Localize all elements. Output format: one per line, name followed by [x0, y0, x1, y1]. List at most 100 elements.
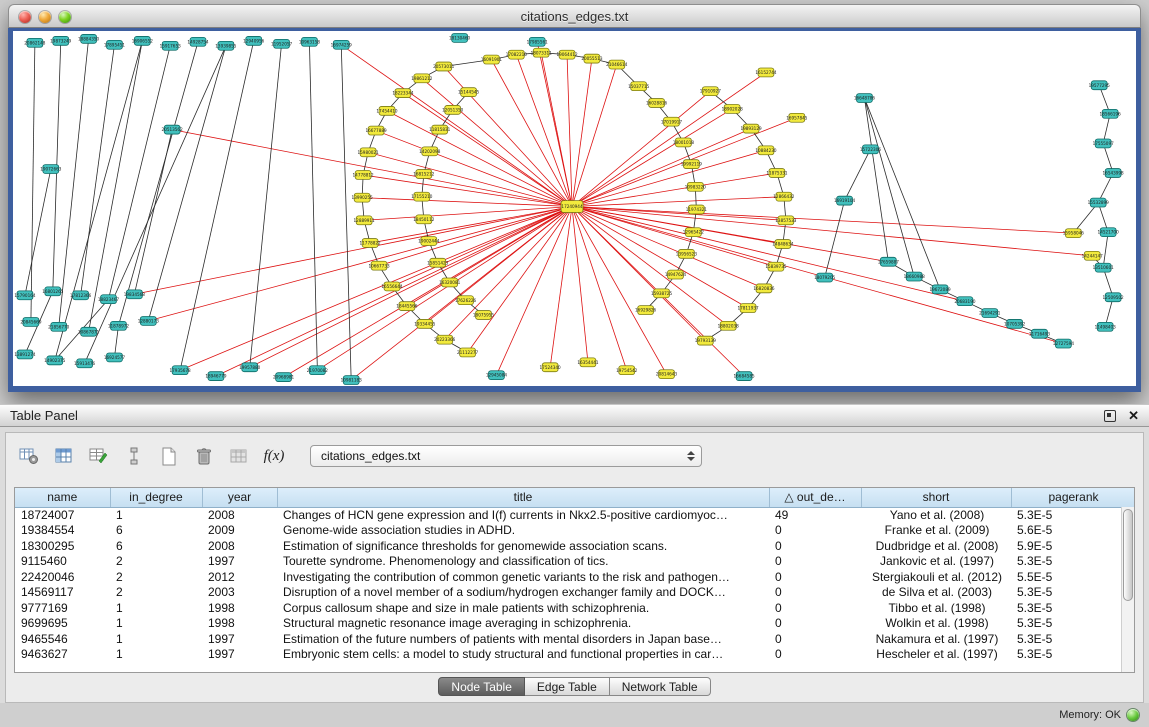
graph-node[interactable]: 12051350	[442, 105, 464, 114]
edit-table-icon[interactable]	[86, 443, 112, 469]
graph-node[interactable]: 19002444	[418, 237, 440, 246]
graph-node[interactable]: 16354441	[577, 358, 599, 367]
graph-node[interactable]: 18079205	[814, 273, 836, 282]
graph-node[interactable]: 18823467	[98, 295, 120, 304]
graph-node[interactable]: 11778822	[360, 239, 382, 248]
graph-node[interactable]: 16684585	[734, 372, 756, 381]
zoom-window-button[interactable]	[59, 11, 71, 23]
table-row[interactable]: 911546021997Tourette syndrome. Phenomeno…	[15, 554, 1135, 570]
graph-node[interactable]: 10963158	[299, 37, 321, 46]
graph-node[interactable]: 19861212	[411, 74, 433, 83]
graph-node[interactable]: 20683190	[954, 297, 976, 306]
graph-node[interactable]: 16919104	[834, 196, 856, 205]
graph-node[interactable]: 10867871	[78, 327, 100, 336]
graph-node[interactable]: 21694291	[979, 309, 1001, 318]
graph-node[interactable]: 18073311	[531, 48, 553, 57]
column-header-4[interactable]: △ out_de…	[769, 488, 861, 507]
graph-node[interactable]: 16543998	[1103, 169, 1125, 178]
graph-node[interactable]: 16815212	[413, 170, 435, 179]
graph-node[interactable]: 16091901	[481, 55, 503, 64]
graph-node[interactable]: 19064412	[556, 50, 578, 59]
graph-node[interactable]: 16929826	[635, 306, 657, 315]
minimize-window-button[interactable]	[39, 11, 51, 23]
table-row[interactable]: 1938455462009Genome-wide association stu…	[15, 523, 1135, 539]
graph-node[interactable]: 13891274	[14, 350, 36, 359]
import-table-icon[interactable]	[226, 443, 252, 469]
column-header-2[interactable]: year	[202, 488, 277, 507]
graph-node[interactable]: 14848634	[772, 240, 794, 249]
graph-node[interactable]: 19672089	[929, 285, 951, 294]
graph-node[interactable]: 18075955	[473, 311, 495, 320]
table-row[interactable]: 969969511998Structural magnetic resonanc…	[15, 616, 1135, 632]
graph-node[interactable]: 16028816	[646, 99, 668, 108]
graph-node[interactable]: 17454410	[376, 106, 398, 115]
graph-node[interactable]: 21970082	[307, 366, 329, 375]
tab-edge-table[interactable]: Edge Table	[525, 677, 610, 696]
graph-node[interactable]: 15839735	[765, 262, 787, 271]
graph-node[interactable]: 20573011	[433, 62, 455, 71]
graph-node[interactable]: 12727594	[1053, 339, 1075, 348]
row-tools-icon[interactable]	[121, 443, 147, 469]
graph-node[interactable]: 10884230	[755, 146, 777, 155]
column-header-6[interactable]: pagerank	[1011, 488, 1135, 507]
graph-node[interactable]: 12889911	[354, 216, 376, 225]
graph-node[interactable]: 15790164	[14, 291, 36, 300]
graph-node[interactable]: 14928754	[187, 37, 209, 46]
graph-node[interactable]: 18450112	[413, 215, 435, 224]
graph-node[interactable]: 15958046	[1063, 229, 1085, 238]
graph-node[interactable]: 15722306	[860, 145, 882, 154]
graph-node[interactable]: 15917653	[160, 41, 182, 50]
table-row[interactable]: 2242004622012Investigating the contribut…	[15, 569, 1135, 585]
column-header-1[interactable]: in_degree	[110, 488, 202, 507]
graph-node[interactable]: 11875331	[766, 169, 788, 178]
close-window-button[interactable]	[19, 11, 31, 23]
graph-node[interactable]: 16906552	[132, 36, 154, 45]
graph-node[interactable]: 14778812	[353, 171, 375, 180]
graph-node[interactable]: 14244147	[1082, 251, 1104, 260]
graph-node[interactable]: 18566196	[1100, 109, 1122, 118]
graph-node[interactable]: 15532899	[1088, 198, 1110, 207]
graph-node[interactable]: 17811937	[737, 304, 759, 313]
show-columns-icon[interactable]	[51, 443, 77, 469]
graph-node[interactable]: 13990255	[352, 193, 374, 202]
graph-node[interactable]: 17082210	[506, 50, 528, 59]
graph-node[interactable]: 16801265	[42, 287, 64, 296]
graph-node[interactable]: 17910927	[700, 87, 722, 96]
graph-node[interactable]: 11974321	[686, 205, 708, 214]
graph-node[interactable]: 17240944	[561, 201, 583, 213]
table-row[interactable]: 946362711997Embryonic stem cells: a mode…	[15, 647, 1135, 663]
graph-node[interactable]: 17155210	[411, 192, 433, 201]
graph-node[interactable]: 19957880	[239, 363, 261, 372]
graph-node[interactable]: 19754542	[616, 366, 638, 375]
graph-node[interactable]: 12866432	[773, 192, 795, 201]
graph-node[interactable]: 17812366	[70, 291, 92, 300]
graph-node[interactable]: 17019917	[661, 117, 683, 126]
graph-node[interactable]: 19834568	[124, 290, 146, 299]
graph-node[interactable]: 19793139	[695, 336, 717, 345]
table-scrollbar[interactable]	[1121, 507, 1134, 672]
graph-node[interactable]: 15037715	[628, 82, 650, 91]
column-header-3[interactable]: title	[277, 488, 769, 507]
column-header-5[interactable]: short	[861, 488, 1011, 507]
graph-node[interactable]: 18130460	[449, 33, 471, 42]
graph-node[interactable]: 18001018	[673, 138, 695, 147]
table-scrollbar-thumb[interactable]	[1123, 509, 1133, 601]
graph-node[interactable]: 12880173	[138, 316, 160, 325]
graph-node[interactable]: 20862148	[24, 38, 46, 47]
graph-node[interactable]: 13939855	[215, 41, 237, 50]
graph-node[interactable]: 19577295	[1089, 81, 1111, 90]
graph-node[interactable]: 11878972	[108, 321, 130, 330]
table-panel-header[interactable]: Table Panel ✕	[0, 404, 1149, 427]
graph-node[interactable]: 14202098	[419, 147, 441, 156]
graph-node[interactable]: 17935678	[170, 366, 192, 375]
graph-node[interactable]: 15144545	[458, 88, 480, 97]
graph-node[interactable]: 18660988	[904, 272, 926, 281]
graph-node[interactable]: 18223344	[392, 89, 414, 98]
graph-node[interactable]: 16556644	[381, 282, 403, 291]
graph-node[interactable]: 17985561	[527, 37, 549, 46]
graph-node[interactable]: 12940956	[243, 36, 265, 45]
float-panel-icon[interactable]	[1104, 410, 1116, 422]
graph-node[interactable]: 19893129	[740, 124, 762, 133]
tab-network-table[interactable]: Network Table	[610, 677, 711, 696]
graph-node[interactable]: 10667733	[368, 261, 390, 270]
